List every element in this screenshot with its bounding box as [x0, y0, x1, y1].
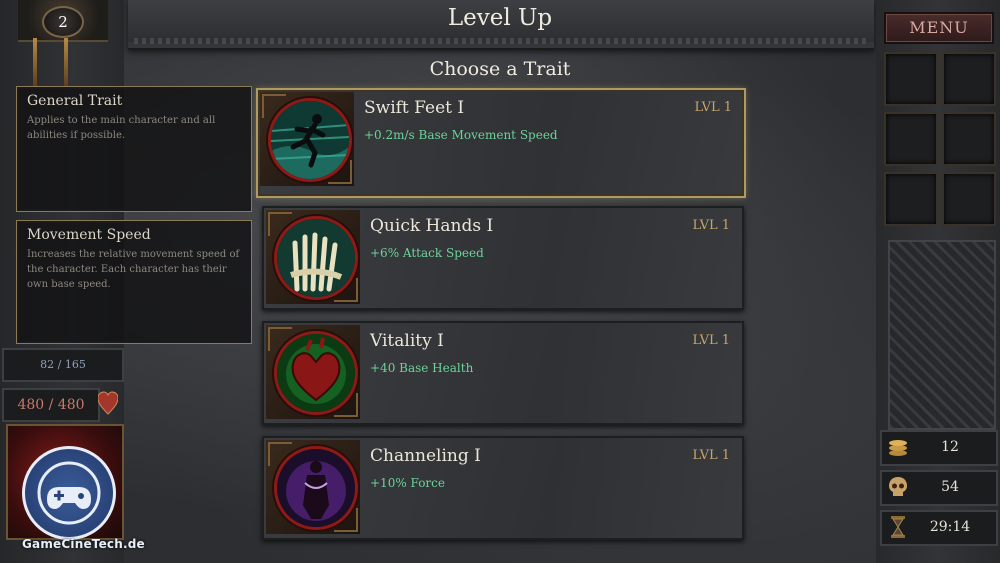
page-title: Level Up — [447, 5, 553, 31]
watermark-text: GameCineTech.de — [22, 537, 145, 551]
trait-icon-frame — [260, 92, 354, 186]
inventory-slot[interactable] — [884, 112, 938, 166]
page-subtitle: Choose a Trait — [429, 58, 571, 80]
decorative-grate — [888, 240, 996, 430]
coin-stack-icon — [886, 435, 910, 459]
kill-counter: 54 — [880, 470, 998, 506]
trait-level: LVL 1 — [694, 100, 732, 115]
heart-icon — [274, 331, 358, 415]
inventory-slot[interactable] — [942, 112, 996, 166]
trait-effect: +40 Base Health — [370, 361, 474, 375]
trait-name: Swift Feet I — [364, 98, 465, 118]
hourglass-icon — [886, 515, 910, 539]
grasping-hands-icon — [274, 216, 358, 300]
trait-name: Channeling I — [370, 446, 481, 466]
trait-name: Quick Hands I — [370, 216, 494, 236]
info-panel-title: Movement Speed — [27, 227, 151, 243]
xp-counter: 82 / 165 — [2, 348, 124, 382]
channeling-figure-icon — [274, 446, 358, 530]
inventory-slot[interactable] — [884, 172, 938, 226]
trait-effect: +10% Force — [370, 476, 445, 490]
inventory-slot[interactable] — [884, 52, 938, 106]
trait-level: LVL 1 — [692, 218, 730, 233]
trait-name: Vitality I — [370, 331, 444, 351]
menu-button[interactable]: MENU — [884, 12, 994, 44]
elapsed-time: 29:14 — [929, 519, 971, 535]
info-panel-description: Increases the relative movement speed of… — [27, 249, 240, 290]
heart-icon — [97, 390, 119, 416]
trait-level: LVL 1 — [692, 448, 730, 463]
trait-card-quick-hands[interactable]: Quick Hands I LVL 1 +6% Attack Speed — [262, 206, 744, 310]
trait-effect: +0.2m/s Base Movement Speed — [364, 128, 558, 142]
watermark-logo-icon — [22, 446, 116, 540]
trait-icon-frame — [266, 325, 360, 419]
skull-icon — [886, 475, 910, 499]
info-panel-general-trait: General Trait Applies to the main charac… — [16, 86, 252, 212]
trait-icon-frame — [266, 440, 360, 534]
info-panel-movement-speed: Movement Speed Increases the relative mo… — [16, 220, 252, 344]
trait-effect: +6% Attack Speed — [370, 246, 484, 260]
trait-icon-frame — [266, 210, 360, 304]
trait-card-vitality[interactable]: Vitality I LVL 1 +40 Base Health — [262, 321, 744, 425]
running-figure-icon — [268, 98, 352, 182]
info-panel-title: General Trait — [27, 93, 123, 109]
trait-card-channeling[interactable]: Channeling I LVL 1 +10% Force — [262, 436, 744, 540]
coin-count: 12 — [941, 439, 959, 455]
inventory-slot[interactable] — [942, 52, 996, 106]
hp-counter: 480 / 480 — [2, 388, 100, 422]
coin-counter: 12 — [880, 430, 998, 466]
trait-level: LVL 1 — [692, 333, 730, 348]
inventory-slot[interactable] — [942, 172, 996, 226]
info-panel-description: Applies to the main character and all ab… — [27, 115, 216, 141]
kill-count: 54 — [941, 479, 959, 495]
timer: 29:14 — [880, 510, 998, 546]
trait-card-swift-feet[interactable]: Swift Feet I LVL 1 +0.2m/s Base Movement… — [256, 88, 746, 198]
